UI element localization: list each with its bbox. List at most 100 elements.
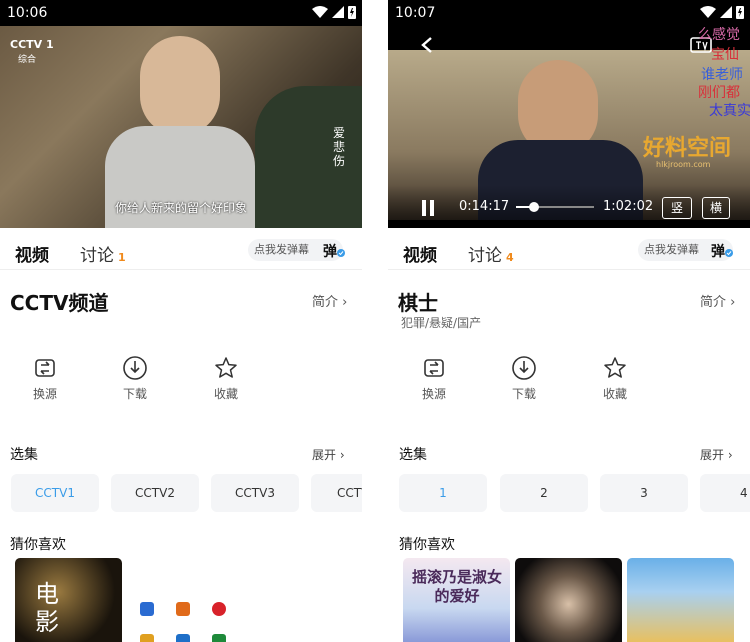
recommend-header: 猜你喜欢	[10, 537, 66, 553]
duration-time: 1:02:02	[603, 199, 654, 214]
episode-item[interactable]: CCTV3	[211, 474, 299, 512]
recommend-poster[interactable]	[515, 558, 622, 642]
tab-discuss-label: 讨论	[468, 246, 502, 266]
video-player[interactable]: CCTV 1 综合 爱悲伤 你给人新来的留个好印象	[0, 26, 362, 228]
current-time: 0:14:17	[459, 199, 510, 214]
danmaku-comment: 太真实	[709, 103, 750, 119]
star-icon	[215, 357, 237, 378]
switch-source-button[interactable]: 换源	[404, 355, 464, 402]
action-bar: 换源 下载 收藏	[0, 355, 362, 415]
switch-source-button[interactable]: 换源	[15, 355, 75, 402]
action-label: 换源	[421, 387, 446, 401]
wifi-icon	[700, 6, 716, 18]
site-watermark: 好料空间	[643, 136, 732, 161]
danmu-toggle-label: 弹	[711, 244, 725, 260]
expand-link[interactable]: 展开 ›	[312, 446, 345, 463]
switch-source-icon	[424, 359, 444, 377]
page-title: 棋士	[398, 291, 438, 315]
episode-item[interactable]: CCTV1	[11, 474, 99, 512]
genre-tags: 犯罪/悬疑/国产	[401, 316, 482, 330]
check-icon	[725, 249, 733, 257]
tabs-row: 视频 讨论 1 点我发弹幕 弹	[0, 233, 362, 270]
tab-discuss[interactable]: 讨论 1	[80, 241, 126, 266]
action-label: 换源	[32, 387, 57, 401]
poster-title: 摇滚乃是淑女的爱好	[411, 568, 502, 605]
download-icon	[123, 356, 147, 380]
tab-video[interactable]: 视频	[403, 241, 437, 266]
seek-bar[interactable]	[516, 202, 594, 212]
danmaku-comment: 宝仙	[711, 47, 739, 63]
channel-sub: 综合	[18, 55, 37, 65]
video-player[interactable]	[388, 0, 750, 228]
action-bar: 换源 下载 收藏	[388, 355, 750, 415]
episode-item[interactable]: 2	[500, 474, 588, 512]
favorite-button[interactable]: 收藏	[585, 355, 645, 402]
intro-link[interactable]: 简介 ›	[700, 291, 735, 310]
episodes-header: 选集	[10, 447, 38, 463]
episode-item[interactable]: 3	[600, 474, 688, 512]
tab-video[interactable]: 视频	[15, 241, 49, 266]
download-button[interactable]: 下载	[105, 355, 165, 402]
status-time: 10:06	[7, 5, 48, 21]
wifi-icon	[312, 6, 328, 18]
download-icon	[512, 356, 536, 380]
action-label: 收藏	[602, 387, 627, 401]
back-icon[interactable]	[420, 36, 434, 54]
show-watermark: 爱悲伤	[333, 126, 346, 168]
divider	[362, 0, 388, 642]
seek-thumb[interactable]	[528, 202, 539, 212]
right-screen: 10:07 么感觉 宝仙 谁老师 刚们都 太真实 好料空间 hlkjroom.c…	[388, 0, 750, 642]
favorite-button[interactable]: 收藏	[196, 355, 256, 402]
channel-logo-icon[interactable]	[212, 634, 226, 642]
recommend-poster[interactable]	[627, 558, 734, 642]
poster-title: 电影	[35, 580, 59, 636]
danmu-toggle-label: 弹	[323, 244, 337, 260]
danmaku-comment: 么感觉	[698, 27, 740, 43]
action-label: 收藏	[213, 387, 238, 401]
episode-item[interactable]: CCTV2	[111, 474, 199, 512]
star-icon	[604, 357, 626, 378]
pause-icon[interactable]	[421, 200, 435, 216]
channel-logo-icon[interactable]	[176, 602, 190, 616]
expand-link[interactable]: 展开 ›	[700, 446, 733, 463]
intro-link[interactable]: 简介 ›	[312, 291, 347, 310]
tabs-row: 视频 讨论 4 点我发弹幕 弹	[388, 233, 750, 270]
channel-logo-icon[interactable]	[140, 602, 154, 616]
episode-list: CCTV1 CCTV2 CCTV3 CCTV4	[0, 474, 362, 514]
danmaku-comment: 谁老师	[701, 67, 743, 83]
episode-list: 1 2 3 4	[388, 474, 750, 514]
landscape-button[interactable]: 横	[702, 197, 730, 219]
battery-icon	[348, 6, 356, 19]
channel-logo: CCTV 1	[10, 38, 54, 51]
video-subtitle: 你给人新来的留个好印象	[114, 201, 247, 215]
tab-discuss-label: 讨论	[80, 246, 114, 266]
danmaku-comment: 刚们都	[698, 85, 740, 101]
episode-item[interactable]: 4	[700, 474, 750, 512]
episode-item[interactable]: 1	[399, 474, 487, 512]
recommend-header: 猜你喜欢	[399, 537, 455, 553]
signal-icon	[720, 6, 732, 18]
action-label: 下载	[511, 387, 536, 401]
recommend-poster[interactable]: 电影	[15, 558, 122, 642]
recommend-poster[interactable]: 摇滚乃是淑女的爱好	[403, 558, 510, 642]
switch-source-icon	[35, 359, 55, 377]
page-title: CCTV频道	[10, 291, 109, 315]
status-bar: 10:06	[0, 0, 362, 26]
danmu-toggle[interactable]: 弹	[711, 241, 733, 261]
battery-icon	[736, 6, 744, 19]
portrait-button[interactable]: 竖	[662, 197, 692, 219]
actor-face	[140, 36, 220, 136]
status-time: 10:07	[395, 5, 436, 21]
episodes-header: 选集	[399, 447, 427, 463]
danmu-toggle[interactable]: 弹	[323, 241, 345, 261]
download-button[interactable]: 下载	[494, 355, 554, 402]
episode-item[interactable]: CCTV4	[311, 474, 362, 512]
discuss-count: 1	[118, 251, 126, 264]
channel-logo-icon[interactable]	[140, 634, 154, 642]
channel-logo-icon[interactable]	[212, 602, 226, 616]
status-bar: 10:07	[388, 0, 750, 26]
tab-discuss[interactable]: 讨论 4	[468, 241, 514, 266]
signal-icon	[332, 6, 344, 18]
status-icons	[312, 5, 356, 19]
channel-logo-icon[interactable]	[176, 634, 190, 642]
